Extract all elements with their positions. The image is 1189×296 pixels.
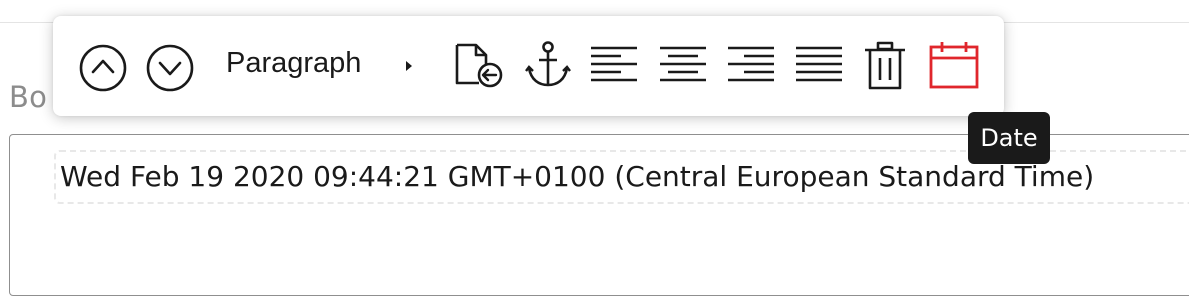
file-return-icon <box>455 43 503 88</box>
move-up-button[interactable] <box>78 43 128 93</box>
align-justify-icon <box>796 46 842 82</box>
calendar-icon <box>929 42 979 89</box>
align-left-button[interactable] <box>589 44 639 86</box>
align-center-button[interactable] <box>658 44 708 86</box>
anchor-button[interactable] <box>525 40 571 90</box>
insert-date-button[interactable] <box>928 40 980 90</box>
date-tooltip: Date <box>968 112 1050 164</box>
block-type-select[interactable]: Paragraph <box>226 47 361 80</box>
block-type-expand-button[interactable] <box>401 56 417 76</box>
anchor-icon <box>525 41 571 87</box>
align-right-button[interactable] <box>726 44 776 86</box>
move-down-button[interactable] <box>145 43 195 93</box>
date-text[interactable]: Wed Feb 19 2020 09:44:21 GMT+0100 (Centr… <box>60 160 1094 193</box>
chevron-down-circle-icon <box>146 44 194 92</box>
align-left-icon <box>591 46 637 82</box>
chevron-up-circle-icon <box>79 44 127 92</box>
caret-right-icon <box>406 61 412 71</box>
trash-icon <box>865 41 905 90</box>
field-label: Bo <box>9 80 48 114</box>
file-return-button[interactable] <box>452 40 506 88</box>
align-justify-button[interactable] <box>794 44 844 86</box>
align-center-icon <box>660 46 706 82</box>
align-right-icon <box>728 46 774 82</box>
delete-button[interactable] <box>862 40 908 92</box>
